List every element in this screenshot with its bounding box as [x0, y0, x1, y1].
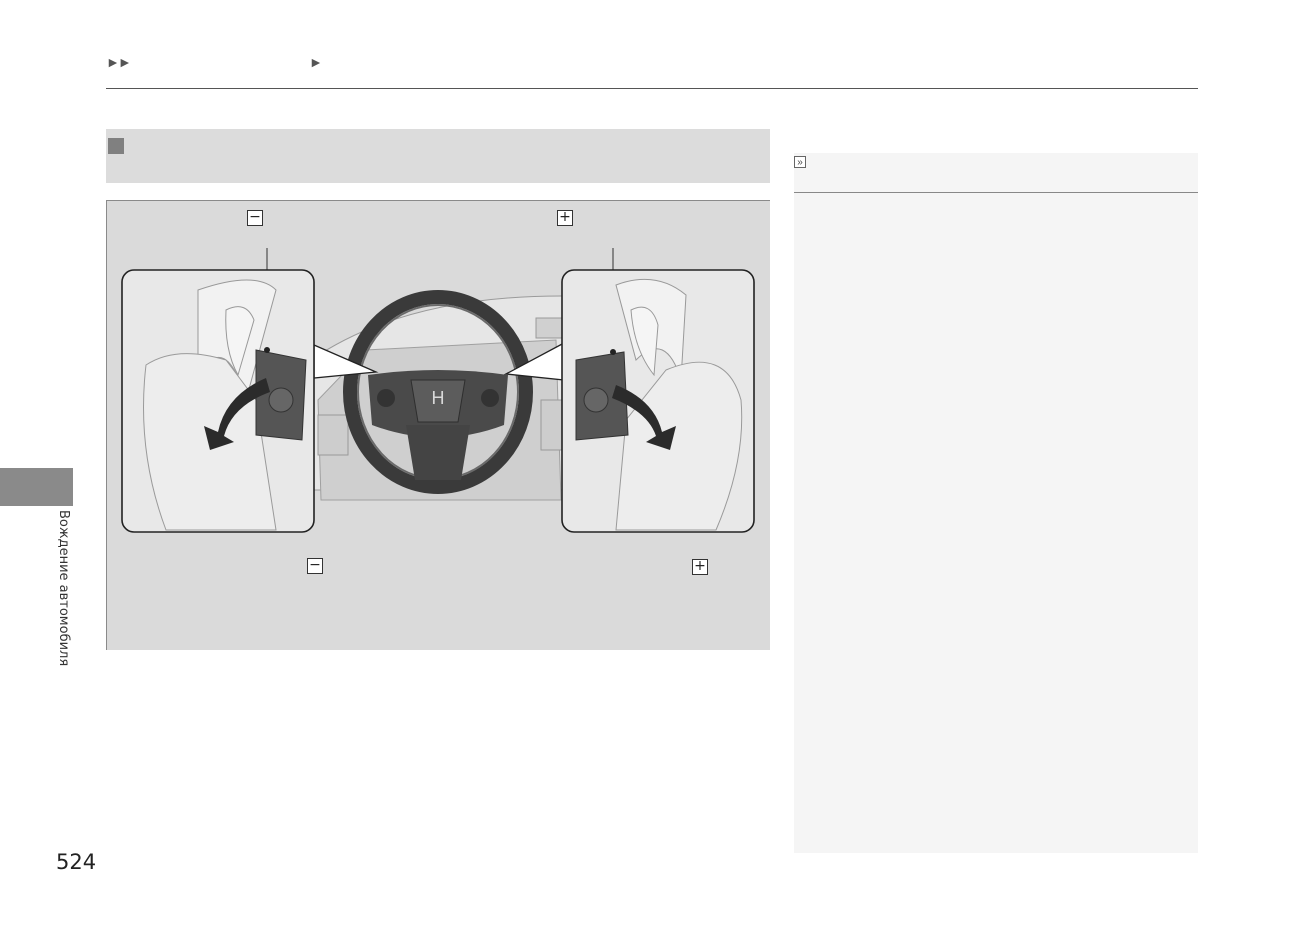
plus-symbol-bottom: +: [692, 559, 708, 575]
note-chevron-icon: »: [794, 156, 806, 168]
minus-symbol-top: −: [247, 210, 263, 226]
plus-symbol-top: +: [557, 210, 573, 226]
steering-wheel-illustration: H: [121, 248, 755, 533]
header-rule: [106, 88, 1198, 89]
breadcrumb-arrows: ►►: [106, 54, 132, 70]
wheel-logo: H: [432, 388, 445, 408]
page-number: 524: [56, 850, 97, 874]
minus-symbol-bottom: −: [307, 558, 323, 574]
note-rule: [794, 192, 1198, 193]
right-paddle-inset: [561, 269, 755, 533]
section-marker-icon: [108, 138, 124, 154]
note-panel: [794, 153, 1198, 853]
section-heading-bar: [106, 129, 770, 183]
breadcrumb-arrow: ►: [309, 54, 323, 70]
paddle-shifter-figure: H − + − +: [106, 200, 770, 650]
chapter-tab: [0, 468, 73, 506]
left-paddle-inset: [121, 269, 315, 533]
chapter-tab-label: Вождение автомобиля: [56, 510, 71, 667]
